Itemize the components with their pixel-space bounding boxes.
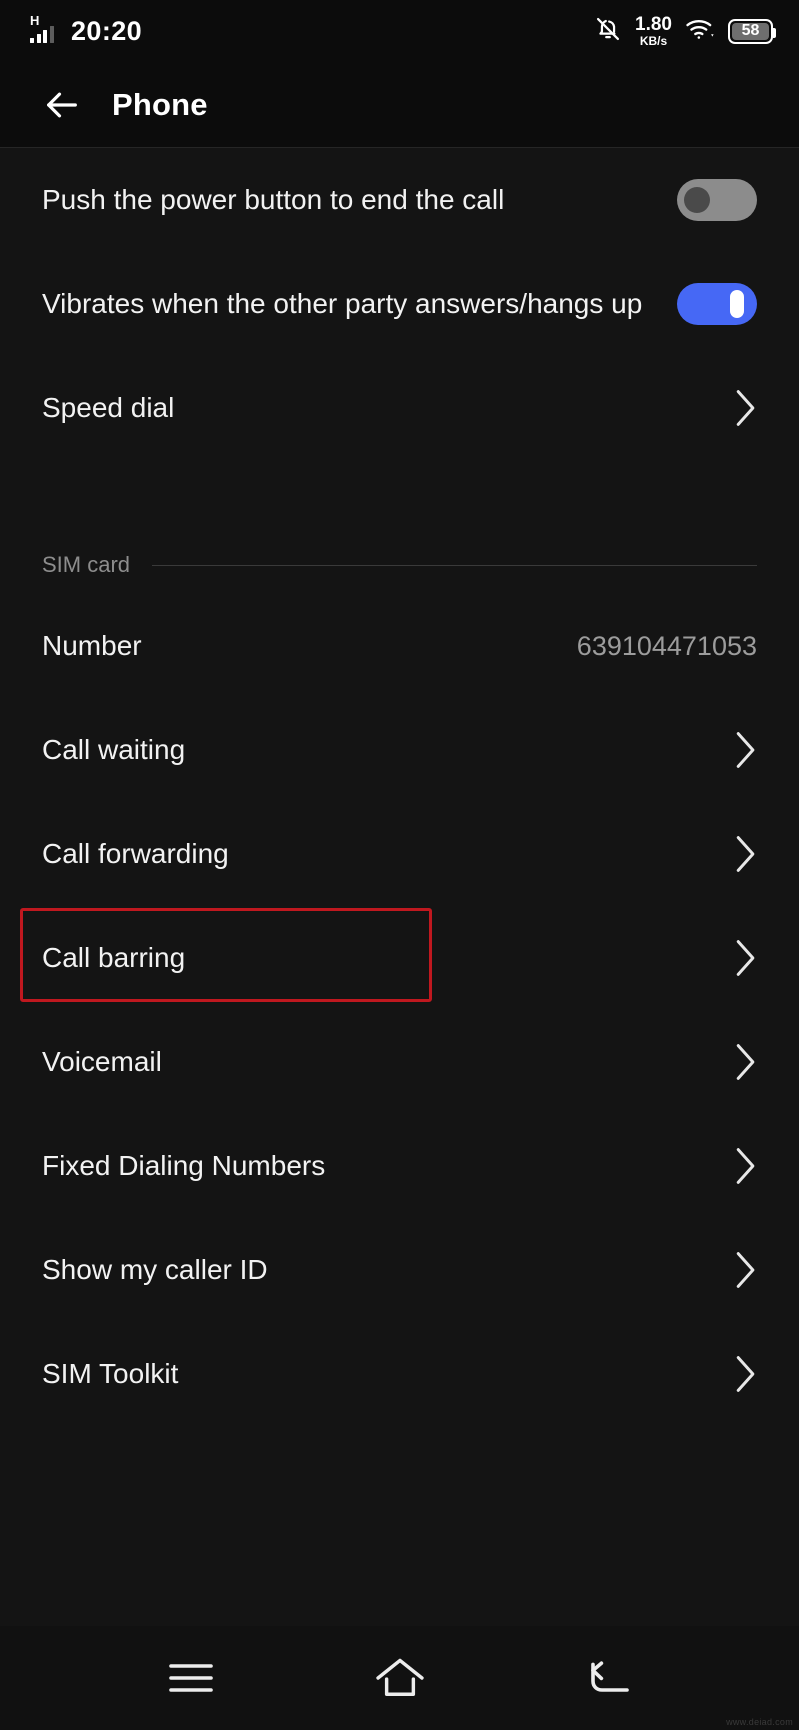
page-header: Phone	[0, 62, 799, 148]
chevron-right-icon	[735, 1355, 757, 1393]
page-title: Phone	[112, 86, 208, 122]
section-label: SIM card	[42, 552, 131, 577]
back-return-icon[interactable]	[581, 1650, 637, 1706]
setting-label: Fixed Dialing Numbers	[42, 1149, 326, 1181]
setting-row-call-forwarding[interactable]: Call forwarding	[42, 802, 757, 906]
setting-label: Call barring	[42, 941, 186, 973]
setting-label: Call forwarding	[42, 837, 229, 869]
setting-label: Show my caller ID	[42, 1253, 268, 1285]
chevron-right-icon	[735, 731, 757, 769]
setting-row-speed-dial[interactable]: Speed dial	[42, 356, 757, 460]
setting-row-fixed-dialing-numbers[interactable]: Fixed Dialing Numbers	[42, 1114, 757, 1218]
setting-label: Call waiting	[42, 733, 186, 765]
system-navigation-bar	[0, 1626, 799, 1730]
signal-bars	[30, 26, 54, 43]
status-bar-right: 1.80 KB/s 58	[594, 15, 776, 48]
settings-list: Push the power button to end the call Vi…	[0, 148, 799, 1426]
bell-slash-icon	[594, 15, 622, 48]
setting-label: Push the power button to end the call	[42, 183, 505, 215]
chevron-right-icon	[735, 1147, 757, 1185]
status-bar-clock: 20:20	[71, 16, 143, 46]
setting-row-call-barring[interactable]: Call barring	[42, 906, 757, 1010]
hamburger-menu-icon[interactable]	[163, 1650, 219, 1706]
network-speed-value: 1.80	[635, 14, 672, 35]
arrow-left-icon[interactable]	[42, 85, 82, 125]
chevron-right-icon	[735, 939, 757, 977]
setting-row-voicemail[interactable]: Voicemail	[42, 1010, 757, 1114]
sim-number-value: 639104471053	[576, 630, 757, 661]
section-header-sim-card: SIM card	[42, 494, 757, 594]
battery-level-label: 58	[741, 22, 760, 39]
setting-label: Vibrates when the other party answers/ha…	[42, 287, 643, 319]
setting-label: Number	[42, 629, 142, 661]
watermark: www.deiad.com	[726, 1717, 793, 1727]
setting-row-show-my-caller-id[interactable]: Show my caller ID	[42, 1218, 757, 1322]
setting-label: Speed dial	[42, 391, 175, 423]
toggle-vibrate-on-answer[interactable]	[677, 283, 757, 325]
network-speed-unit: KB/s	[639, 34, 668, 48]
setting-row-sim-toolkit[interactable]: SIM Toolkit	[42, 1322, 757, 1426]
battery-icon: 58	[728, 18, 776, 44]
chevron-right-icon	[735, 389, 757, 427]
chevron-right-icon	[735, 835, 757, 873]
wifi-icon	[685, 17, 715, 46]
cellular-signal-icon: H	[30, 14, 60, 46]
section-divider	[152, 564, 757, 566]
toggle-power-button-end-call[interactable]	[677, 179, 757, 221]
phone-settings-screen: H 20:20 1.80 KB/s 58 Phone Push the powe…	[0, 0, 799, 1730]
home-icon[interactable]	[372, 1650, 428, 1706]
chevron-right-icon	[735, 1251, 757, 1289]
network-speed-indicator: 1.80 KB/s	[635, 15, 672, 47]
setting-row-number: Number 639104471053	[42, 594, 757, 698]
chevron-right-icon	[735, 1043, 757, 1081]
status-bar: H 20:20 1.80 KB/s 58	[0, 0, 799, 62]
setting-label: SIM Toolkit	[42, 1357, 179, 1389]
setting-row-call-waiting[interactable]: Call waiting	[42, 698, 757, 802]
status-bar-left: H 20:20	[30, 14, 143, 46]
setting-label: Voicemail	[42, 1045, 162, 1077]
setting-row-vibrate-on-answer[interactable]: Vibrates when the other party answers/ha…	[42, 252, 757, 356]
setting-row-power-button-end-call[interactable]: Push the power button to end the call	[42, 148, 757, 252]
